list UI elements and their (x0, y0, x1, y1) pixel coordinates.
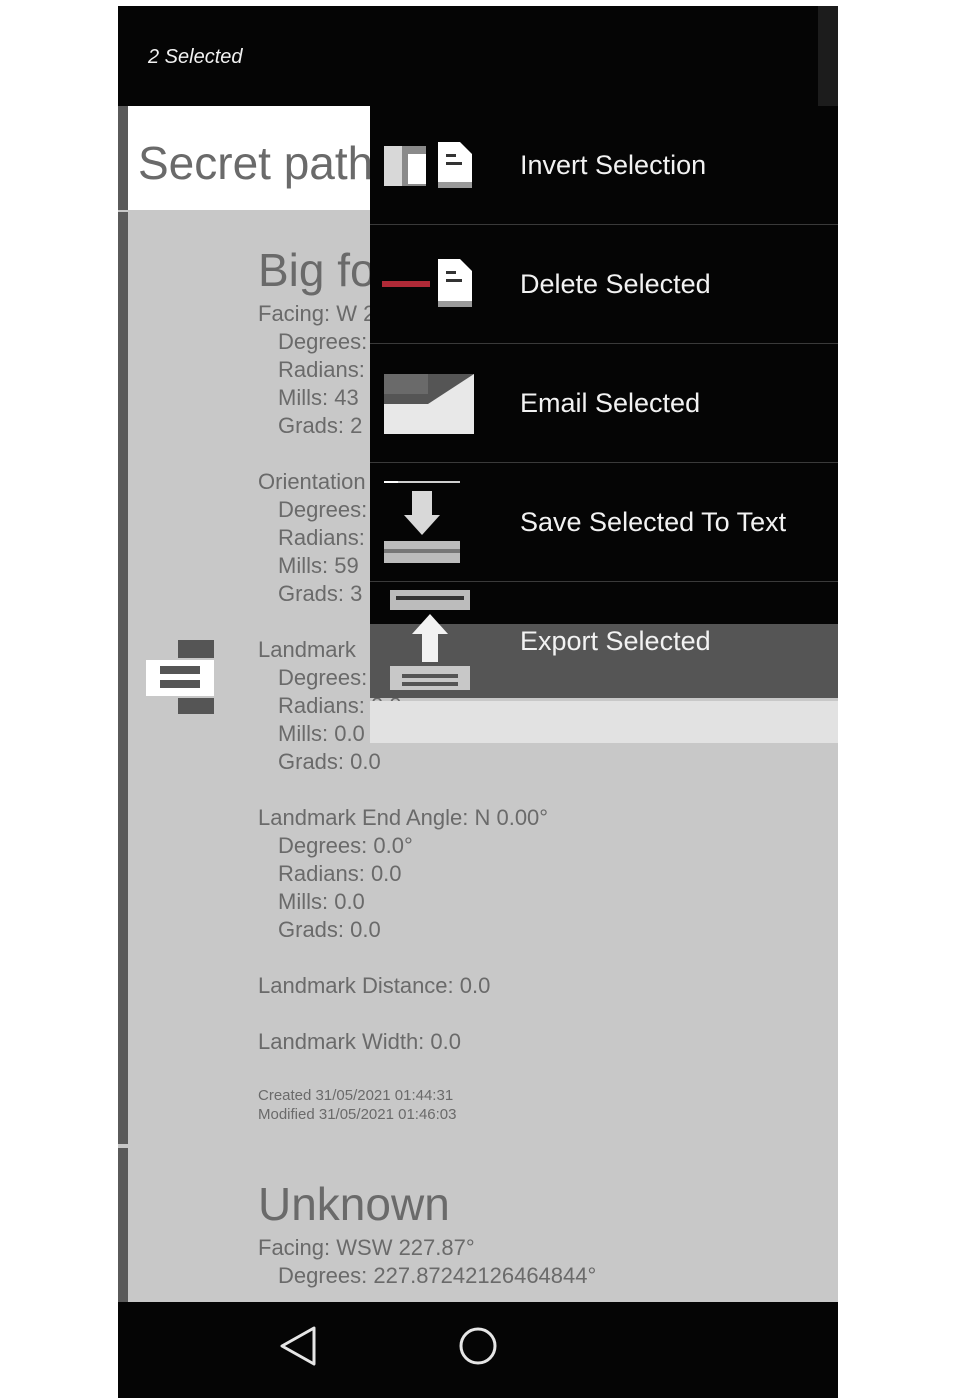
menu-item-export-selected[interactable]: Export Selected (370, 582, 838, 698)
action-bar-edge (818, 6, 838, 106)
end-angle-mills: Mills: 0.0 (278, 889, 365, 914)
end-angle-radians: Radians: 0.0 (278, 861, 402, 886)
delete-selected-icon (382, 259, 472, 307)
menu-item-email-selected[interactable]: Email Selected (370, 344, 838, 463)
landmark-distance: Landmark Distance: 0.0 (258, 973, 491, 998)
landmark-grads: Grads: 0.0 (278, 749, 381, 774)
selection-count-title: 2 Selected (148, 46, 243, 68)
selection-bar (118, 1148, 128, 1302)
landmark-icon (146, 640, 214, 714)
export-icon (390, 590, 470, 690)
modified-timestamp: Modified 31/05/2021 01:46:03 (258, 1106, 457, 1123)
selection-bar (118, 106, 128, 210)
back-icon[interactable] (278, 1324, 318, 1368)
end-angle-degrees: Degrees: 0.0° (278, 833, 413, 858)
item-title: Unknown (258, 1178, 450, 1230)
menu-item-label: Invert Selection (520, 150, 707, 180)
action-bar: 2 Selected (118, 6, 838, 106)
menu-overflow-edge (370, 701, 838, 743)
menu-item-delete-selected[interactable]: Delete Selected (370, 225, 838, 344)
selection-menu: Invert Selection Delete Selected Email S… (370, 106, 838, 698)
home-icon[interactable] (458, 1326, 498, 1366)
invert-selection-icon (384, 142, 472, 188)
menu-item-label: Email Selected (520, 388, 701, 418)
facing-line: Facing: WSW 227.87° (258, 1235, 475, 1260)
menu-item-invert-selection[interactable]: Invert Selection (370, 106, 838, 225)
email-icon (384, 374, 474, 434)
selection-bar (118, 212, 128, 1144)
save-to-text-icon (384, 481, 460, 563)
item-details: Unknown Facing: WSW 227.87° Degrees: 227… (258, 1176, 596, 1290)
landmark-end-angle: Landmark End Angle: N 0.00° (258, 805, 549, 830)
menu-item-save-to-text[interactable]: Save Selected To Text (370, 463, 838, 582)
end-angle-grads: Grads: 0.0 (278, 917, 381, 942)
created-timestamp: Created 31/05/2021 01:44:31 (258, 1087, 454, 1104)
item-title: Secret path (138, 137, 374, 189)
system-nav-bar (118, 1302, 838, 1398)
menu-item-label: Save Selected To Text (520, 507, 787, 537)
list-item[interactable]: Unknown Facing: WSW 227.87° Degrees: 227… (118, 1148, 838, 1302)
facing-degrees: Degrees: 227.87242126464844° (278, 1263, 597, 1288)
phone-screen: 2 Selected Secret path Big fo Facing: W … (118, 6, 838, 1398)
landmark-width: Landmark Width: 0.0 (258, 1029, 461, 1054)
menu-item-label: Delete Selected (520, 269, 711, 299)
menu-item-label: Export Selected (520, 626, 711, 656)
